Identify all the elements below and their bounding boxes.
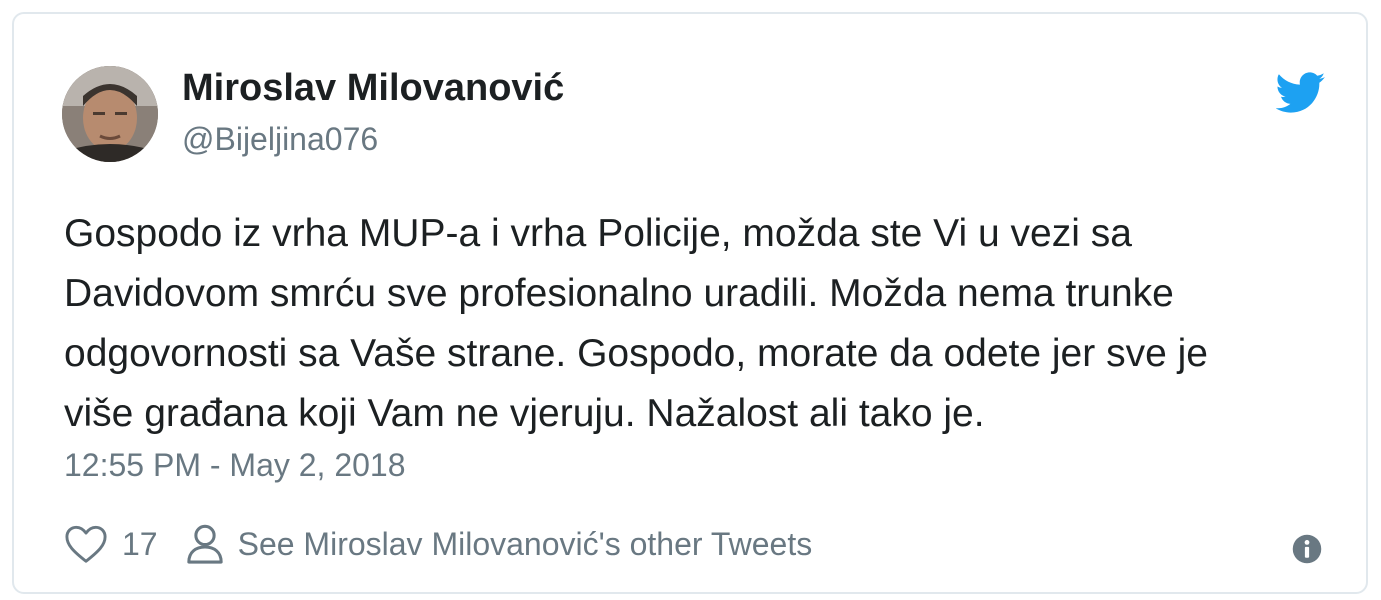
tweet-text: Gospodo iz vrha MUP-a i vrha Policije, m…	[64, 212, 1208, 435]
avatar-photo	[62, 66, 158, 162]
tweet-actions: 17 See Miroslav Milovanović's other Twee…	[64, 522, 812, 566]
info-icon[interactable]	[1292, 534, 1322, 564]
author-handle[interactable]: @Bijeljina076	[182, 120, 378, 158]
like-count[interactable]: 17	[122, 526, 158, 563]
twitter-bird-icon[interactable]	[1276, 72, 1326, 114]
heart-icon[interactable]	[64, 524, 108, 564]
author-name[interactable]: Miroslav Milovanović	[182, 66, 564, 112]
tweet-timestamp[interactable]: 12:55 PM - May 2, 2018	[64, 446, 406, 484]
see-other-tweets-link[interactable]: See Miroslav Milovanović's other Tweets	[238, 526, 813, 563]
avatar[interactable]	[62, 66, 158, 162]
person-icon	[186, 524, 223, 564]
